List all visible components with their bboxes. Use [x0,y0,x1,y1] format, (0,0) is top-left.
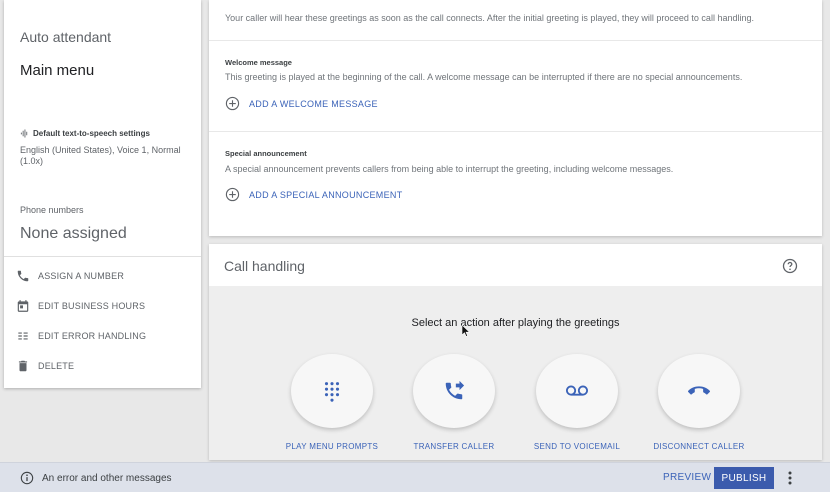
assign-number-button[interactable]: ASSIGN A NUMBER [16,266,124,286]
preview-button[interactable]: PREVIEW [663,472,711,483]
details-panel: Auto attendant Main menu Default text-to… [4,0,201,388]
more-vert-icon[interactable] [784,470,796,486]
mouse-cursor-icon [462,325,470,337]
transfer-caller-label: TRANSFER CALLER [413,442,495,451]
welcome-message-title: Welcome message [225,58,292,67]
play-menu-prompts-action[interactable]: PLAY MENU PROMPTS [277,354,387,452]
assign-number-label: ASSIGN A NUMBER [38,271,125,281]
disconnect-caller-label: DISCONNECT CALLER [653,442,745,451]
delete-button[interactable]: DELETE [16,356,74,376]
call-handling-prompt: Select an action after playing the greet… [411,317,620,329]
add-circle-icon [225,96,240,111]
add-special-announcement-label: ADD A SPECIAL ANNOUNCEMENT [249,189,403,200]
send-to-voicemail-label: SEND TO VOICEMAIL [533,442,621,451]
error-handling-icon [18,332,28,340]
bottom-bar: An error and other messages PREVIEW PUBL… [0,462,830,492]
call-handling-title: Call handling [224,258,305,274]
publish-button[interactable]: PUBLISH [714,467,774,489]
add-special-announcement-button[interactable]: ADD A SPECIAL ANNOUNCEMENT [225,187,403,202]
edit-error-handling-label: EDIT ERROR HANDLING [38,331,147,341]
greetings-card: Your caller will hear these greetings as… [209,0,822,236]
resource-title: Main menu [20,62,95,79]
divider [209,131,822,132]
trash-icon [18,360,28,372]
delete-label: DELETE [38,361,75,371]
special-announcement-title: Special announcement [225,149,307,158]
phone-forward-icon [445,380,465,400]
edit-error-handling-button[interactable]: EDIT ERROR HANDLING [16,326,146,346]
call-handling-card: Call handling Select an action after pla… [209,244,822,460]
play-menu-prompts-button[interactable] [291,354,373,428]
resource-type-label: Auto attendant [20,29,112,45]
messages-toggle[interactable]: An error and other messages [20,471,172,485]
help-icon[interactable] [782,258,798,274]
phone-numbers-value: None assigned [20,225,127,242]
phone-numbers-label: Phone numbers [20,205,84,215]
edit-business-hours-label: EDIT BUSINESS HOURS [38,301,146,311]
audio-wave-icon [20,129,28,138]
add-welcome-message-label: ADD A WELCOME MESSAGE [249,98,378,109]
transfer-caller-action[interactable]: TRANSFER CALLER [399,354,509,452]
tts-value: English (United States), Voice 1, Normal… [20,145,181,166]
dialpad-icon [324,382,340,402]
play-menu-prompts-label: PLAY MENU PROMPTS [285,442,379,451]
phone-icon [17,270,29,282]
divider [209,40,822,41]
call-handling-actions-area: Select an action after playing the greet… [209,286,822,460]
divider [4,256,201,257]
send-to-voicemail-action[interactable]: SEND TO VOICEMAIL [522,354,632,452]
disconnect-caller-button[interactable] [658,354,740,428]
info-icon [20,471,34,485]
call-handling-header: Call handling [209,244,822,286]
welcome-message-description: This greeting is played at the beginning… [225,72,743,82]
special-announcement-description: A special announcement prevents callers … [225,164,674,174]
transfer-caller-button[interactable] [413,354,495,428]
messages-label: An error and other messages [42,472,172,484]
call-end-icon [688,386,710,395]
add-circle-icon [225,187,240,202]
tts-heading: Default text-to-speech settings [20,129,150,138]
voicemail-icon [566,385,588,396]
edit-business-hours-button[interactable]: EDIT BUSINESS HOURS [16,296,145,316]
add-welcome-message-button[interactable]: ADD A WELCOME MESSAGE [225,96,378,111]
send-to-voicemail-button[interactable] [536,354,618,428]
greetings-intro: Your caller will hear these greetings as… [225,13,754,23]
calendar-icon [17,300,29,312]
tts-heading-text: Default text-to-speech settings [33,129,150,138]
disconnect-caller-action[interactable]: DISCONNECT CALLER [644,354,754,452]
